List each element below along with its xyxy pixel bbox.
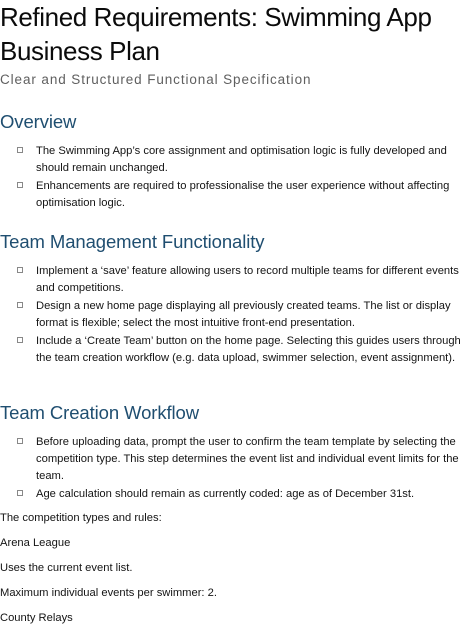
list-item-text: The Swimming App’s core assignment and o…	[36, 145, 447, 174]
checkbox-icon	[17, 182, 23, 188]
list-item-text: Before uploading data, prompt the user t…	[36, 436, 459, 482]
list-item-text: Include a ‘Create Team’ button on the ho…	[36, 335, 461, 364]
competition-types-intro: The competition types and rules:	[0, 512, 162, 524]
section-heading-overview: Overview	[0, 111, 77, 132]
checkbox-icon	[17, 438, 23, 444]
checkbox-icon	[17, 147, 23, 153]
overview-list: The Swimming App’s core assignment and o…	[0, 143, 468, 213]
list-item: Design a new home page displaying all pr…	[0, 298, 468, 332]
checkbox-icon	[17, 490, 23, 496]
checkbox-icon	[17, 267, 23, 273]
list-item-text: Enhancements are required to professiona…	[36, 180, 450, 209]
list-item: Implement a ‘save’ feature allowing user…	[0, 263, 468, 297]
team-management-list: Implement a ‘save’ feature allowing user…	[0, 263, 468, 368]
document-subtitle: Clear and Structured Functional Specific…	[0, 72, 312, 87]
arena-event-list-text: Uses the current event list.	[0, 562, 133, 574]
list-item: Before uploading data, prompt the user t…	[0, 434, 468, 485]
team-creation-list: Before uploading data, prompt the user t…	[0, 434, 468, 504]
county-relays-heading: County Relays	[0, 612, 73, 624]
document-title: Refined Requirements: Swimming App Busin…	[0, 2, 432, 66]
arena-max-events-text: Maximum individual events per swimmer: 2…	[0, 587, 217, 599]
checkbox-icon	[17, 337, 23, 343]
arena-league-heading: Arena League	[0, 537, 71, 549]
list-item: The Swimming App’s core assignment and o…	[0, 143, 468, 177]
list-item-text: Age calculation should remain as current…	[36, 488, 415, 500]
section-heading-team-management: Team Management Functionality	[0, 231, 265, 252]
section-heading-team-creation: Team Creation Workflow	[0, 402, 199, 423]
list-item: Enhancements are required to professiona…	[0, 178, 468, 212]
list-item: Include a ‘Create Team’ button on the ho…	[0, 333, 468, 367]
checkbox-icon	[17, 302, 23, 308]
document-page: Refined Requirements: Swimming App Busin…	[0, 0, 468, 636]
list-item: Age calculation should remain as current…	[0, 486, 468, 503]
list-item-text: Design a new home page displaying all pr…	[36, 300, 451, 329]
list-item-text: Implement a ‘save’ feature allowing user…	[36, 265, 459, 294]
